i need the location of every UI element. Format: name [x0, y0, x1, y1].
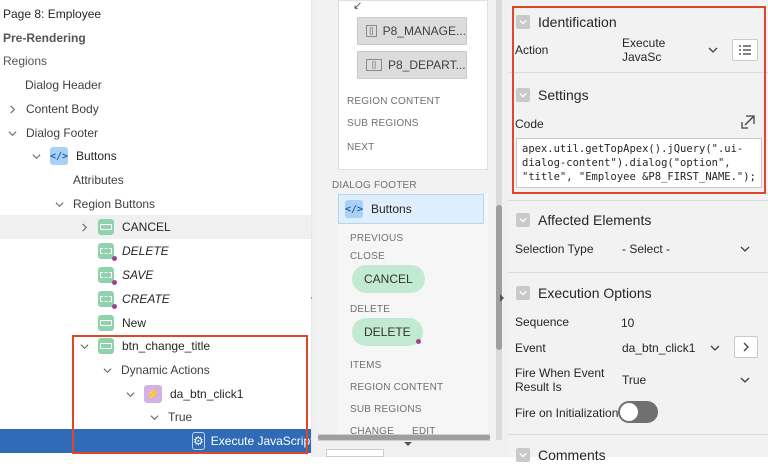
chevron-down-icon — [710, 343, 720, 353]
chevron-right-icon[interactable] — [78, 221, 90, 233]
go-to-event-button[interactable] — [734, 336, 758, 358]
collapse-icon[interactable] — [516, 286, 530, 300]
item-chip-department[interactable]: [] P8_DEPART... — [357, 51, 467, 79]
label-previous: PREVIOUS — [350, 233, 404, 244]
selection-type-select[interactable]: - Select - — [616, 237, 756, 261]
divider — [508, 272, 768, 273]
chevron-down-icon[interactable] — [30, 150, 42, 162]
scrollbar-thumb[interactable] — [318, 435, 490, 440]
tree-node-save[interactable]: SAVE — [0, 263, 312, 287]
tree-node-region-buttons[interactable]: Region Buttons — [0, 192, 312, 216]
text-field-icon: [] — [366, 59, 382, 71]
chevron-down-icon — [740, 244, 750, 254]
label-sub-regions: SUB REGIONS — [347, 118, 419, 129]
delete-button-pill[interactable]: DELETE — [352, 318, 423, 346]
buttons-region-header[interactable]: </> Buttons — [338, 194, 484, 224]
divider — [508, 200, 768, 201]
label-close: CLOSE — [350, 251, 385, 262]
bottom-tab[interactable] — [326, 449, 384, 457]
vertical-scrollbar[interactable] — [496, 0, 502, 440]
button-icon — [98, 291, 117, 309]
label-items: ITEMS — [350, 360, 382, 371]
footer-card: </> Buttons PREVIOUS CLOSE CANCEL DELETE… — [338, 194, 488, 440]
collapse-icon[interactable] — [516, 213, 530, 227]
scroll-down-icon[interactable] — [404, 442, 412, 446]
layout-canvas: ↙ [] P8_MANAGE... [] P8_DEPART... REGION… — [318, 0, 502, 440]
fire-when-select[interactable]: True — [616, 368, 756, 392]
arrow-icon: ↙ — [353, 0, 363, 12]
fire-on-init-label: Fire on Initialization — [515, 406, 619, 420]
toggle-knob — [620, 403, 638, 421]
tree-panel: Page 8: Employee Pre-Rendering Regions D… — [0, 0, 312, 457]
sequence-label: Sequence — [515, 315, 570, 329]
section-execution-options[interactable]: Execution Options — [508, 278, 768, 308]
tree-node-attributes[interactable]: Attributes — [0, 168, 312, 192]
divider — [508, 434, 768, 435]
tree-node-dialog-footer[interactable]: Dialog Footer — [0, 121, 312, 145]
button-icon — [98, 219, 114, 235]
label-region-content-2: REGION CONTENT — [350, 382, 444, 393]
event-label: Event — [515, 341, 546, 355]
cancel-button-pill[interactable]: CANCEL — [352, 265, 425, 293]
chevron-right-icon[interactable] — [6, 103, 18, 115]
label-region-content: REGION CONTENT — [347, 96, 441, 107]
text-field-icon: [] — [366, 25, 377, 37]
tree-node-regions[interactable]: Regions — [0, 49, 312, 73]
fire-on-init-toggle[interactable] — [618, 401, 658, 423]
selection-type-label: Selection Type — [515, 242, 594, 256]
horizontal-scrollbar[interactable] — [318, 434, 490, 441]
tree-node-new[interactable]: New — [0, 311, 312, 335]
section-comments[interactable]: Comments — [508, 440, 768, 470]
button-icon — [98, 267, 117, 285]
chevron-right-icon — [743, 342, 749, 352]
chevron-down-icon[interactable] — [53, 198, 65, 210]
sequence-input[interactable]: 10 — [621, 316, 634, 330]
collapse-right-icon[interactable] — [500, 294, 504, 302]
button-icon — [98, 315, 114, 331]
label-next: NEXT — [347, 142, 375, 153]
chevron-down-icon[interactable] — [6, 127, 18, 139]
label-dialog-footer: DIALOG FOOTER — [332, 180, 417, 191]
item-chip-manager[interactable]: [] P8_MANAGE... — [357, 17, 467, 45]
page-title[interactable]: Page 8: Employee — [0, 2, 312, 26]
scrollbar-thumb[interactable] — [496, 205, 502, 350]
highlight-box — [512, 6, 766, 194]
fire-when-label: Fire When Event Result Is — [515, 366, 605, 394]
tree-node-dialog-header[interactable]: Dialog Header — [0, 73, 312, 97]
chevron-down-icon — [740, 375, 750, 385]
tree-node-content-body[interactable]: Content Body — [0, 97, 312, 121]
tree-node-buttons[interactable]: </> Buttons — [0, 144, 312, 168]
collapse-icon[interactable] — [516, 448, 530, 462]
tree-node-cancel[interactable]: CANCEL — [0, 215, 312, 239]
highlight-box — [72, 335, 308, 454]
code-region-icon: </> — [50, 147, 68, 165]
property-editor: Identification Action Execute JavaSc Set… — [508, 0, 768, 463]
label-delete: DELETE — [350, 304, 391, 315]
layout-panel: ↙ [] P8_MANAGE... [] P8_DEPART... REGION… — [312, 0, 508, 457]
section-affected-elements[interactable]: Affected Elements — [508, 205, 768, 235]
tree-node-delete[interactable]: DELETE — [0, 239, 312, 263]
tree-node-create[interactable]: CREATE — [0, 287, 312, 311]
region-card: ↙ [] P8_MANAGE... [] P8_DEPART... REGION… — [338, 0, 488, 170]
code-region-icon: </> — [345, 200, 363, 218]
event-select[interactable]: da_btn_click1 — [616, 336, 726, 360]
tree-node-pre-rendering[interactable]: Pre-Rendering — [0, 26, 312, 50]
button-icon — [98, 243, 117, 261]
label-sub-regions-2: SUB REGIONS — [350, 404, 422, 415]
